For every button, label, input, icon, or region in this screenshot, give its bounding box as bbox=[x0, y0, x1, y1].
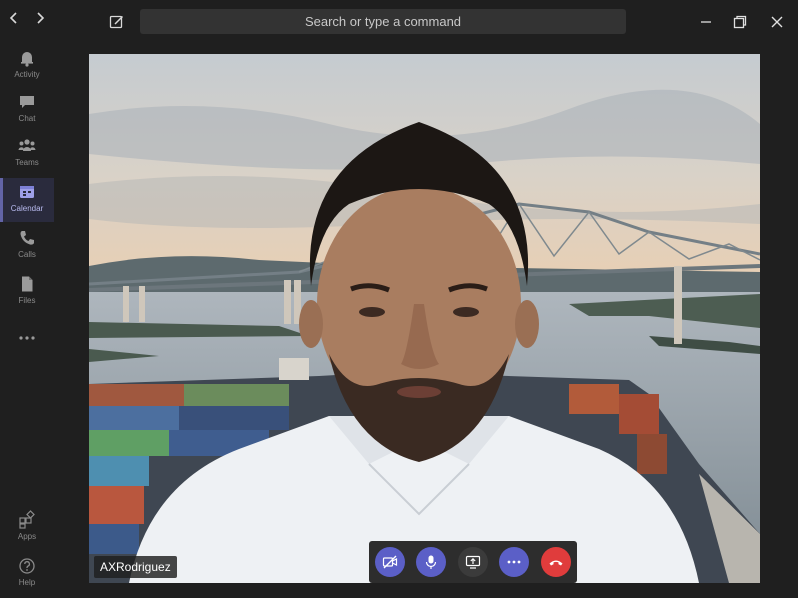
hang-up-icon bbox=[549, 560, 563, 566]
rail-item-chat[interactable]: Chat bbox=[0, 88, 54, 132]
share-screen-button[interactable] bbox=[458, 547, 488, 577]
camera-off-icon bbox=[382, 555, 398, 569]
call-controls-bar bbox=[369, 541, 577, 583]
apps-icon bbox=[17, 510, 37, 530]
hang-up-button[interactable] bbox=[541, 547, 571, 577]
chat-icon bbox=[17, 92, 37, 112]
video-feed bbox=[89, 54, 760, 583]
chevron-left-icon[interactable] bbox=[8, 10, 20, 26]
compose-icon[interactable] bbox=[108, 13, 126, 31]
calendar-icon bbox=[17, 182, 37, 202]
navigation-arrows bbox=[8, 10, 46, 26]
rail-item-files[interactable]: Files bbox=[0, 270, 54, 314]
rail-item-label: Help bbox=[18, 578, 36, 587]
microphone-button[interactable] bbox=[416, 547, 446, 577]
rail-item-label: Calls bbox=[18, 250, 36, 259]
rail-item-label: Apps bbox=[17, 532, 37, 541]
participant-name-tag: AXRodriguez bbox=[94, 556, 177, 578]
restore-icon[interactable] bbox=[732, 14, 748, 30]
camera-toggle-button[interactable] bbox=[375, 547, 405, 577]
phone-icon bbox=[17, 228, 37, 248]
teams-icon bbox=[17, 136, 37, 156]
minimize-icon[interactable] bbox=[698, 14, 714, 30]
title-bar: Search or type a command bbox=[0, 0, 798, 44]
rail-item-calendar[interactable]: Calendar bbox=[0, 178, 54, 222]
ellipsis-icon bbox=[17, 328, 37, 348]
close-icon[interactable] bbox=[769, 14, 785, 30]
share-screen-icon bbox=[465, 555, 481, 569]
app-rail: Activity Chat Teams Calendar Calls Files bbox=[0, 44, 54, 598]
file-icon bbox=[17, 274, 37, 294]
rail-item-help[interactable]: Help bbox=[0, 552, 54, 596]
more-icon bbox=[507, 560, 521, 564]
search-input[interactable]: Search or type a command bbox=[140, 9, 626, 34]
rail-item-calls[interactable]: Calls bbox=[0, 224, 54, 268]
rail-item-apps[interactable]: Apps bbox=[0, 506, 54, 550]
rail-item-teams[interactable]: Teams bbox=[0, 132, 54, 176]
more-actions-button[interactable] bbox=[499, 547, 529, 577]
rail-item-label: Chat bbox=[18, 114, 36, 123]
rail-item-label: Teams bbox=[15, 158, 39, 167]
rail-item-label: Calendar bbox=[10, 204, 44, 213]
rail-item-activity[interactable]: Activity bbox=[0, 44, 54, 88]
rail-more-button[interactable] bbox=[0, 322, 54, 350]
help-icon bbox=[17, 556, 37, 576]
video-stage: AXRodriguez bbox=[89, 54, 760, 583]
chevron-right-icon[interactable] bbox=[34, 10, 46, 26]
rail-item-label: Files bbox=[18, 296, 36, 305]
microphone-icon bbox=[425, 555, 437, 569]
bell-icon bbox=[17, 48, 37, 68]
rail-item-label: Activity bbox=[14, 70, 40, 79]
